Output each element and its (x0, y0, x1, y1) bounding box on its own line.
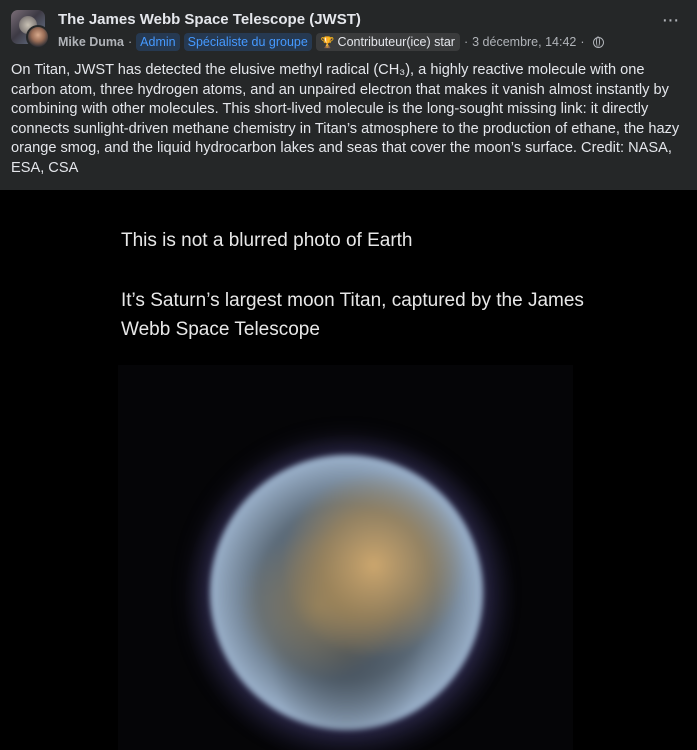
meta-separator: · (463, 35, 469, 49)
meta-separator: · (580, 35, 585, 49)
post-meta: Mike Duma · Admin Spécialiste du groupe … (58, 32, 604, 52)
globe-icon[interactable] (592, 36, 604, 48)
more-options-button[interactable]: ··· (657, 10, 683, 34)
trophy-icon: 🏆 (320, 36, 335, 49)
author-name-link[interactable]: Mike Duma (58, 35, 124, 49)
image-caption-line2: It’s Saturn’s largest moon Titan, captur… (121, 290, 584, 340)
contributor-badge[interactable]: 🏆 Contributeur(ice) star (315, 33, 460, 51)
group-expert-badge[interactable]: Spécialiste du groupe (183, 33, 312, 51)
group-name-link[interactable]: The James Webb Space Telescope (JWST) (58, 11, 361, 28)
admin-badge[interactable]: Admin (136, 33, 180, 51)
contributor-badge-label: Contributeur(ice) star (337, 35, 455, 49)
user-avatar[interactable] (26, 25, 50, 49)
post-image[interactable]: This is not a blurred photo of Earth It’… (0, 190, 697, 750)
post-text: On Titan, JWST has detected the elusive … (11, 62, 680, 176)
image-caption-line1: This is not a blurred photo of Earth (121, 230, 413, 251)
avatar-stack[interactable] (11, 10, 50, 49)
meta-separator: · (128, 35, 133, 49)
post-header: The James Webb Space Telescope (JWST) Mi… (0, 0, 697, 58)
post-timestamp[interactable]: 3 décembre, 14:42 (472, 35, 576, 49)
titan-moon-image (210, 455, 483, 730)
